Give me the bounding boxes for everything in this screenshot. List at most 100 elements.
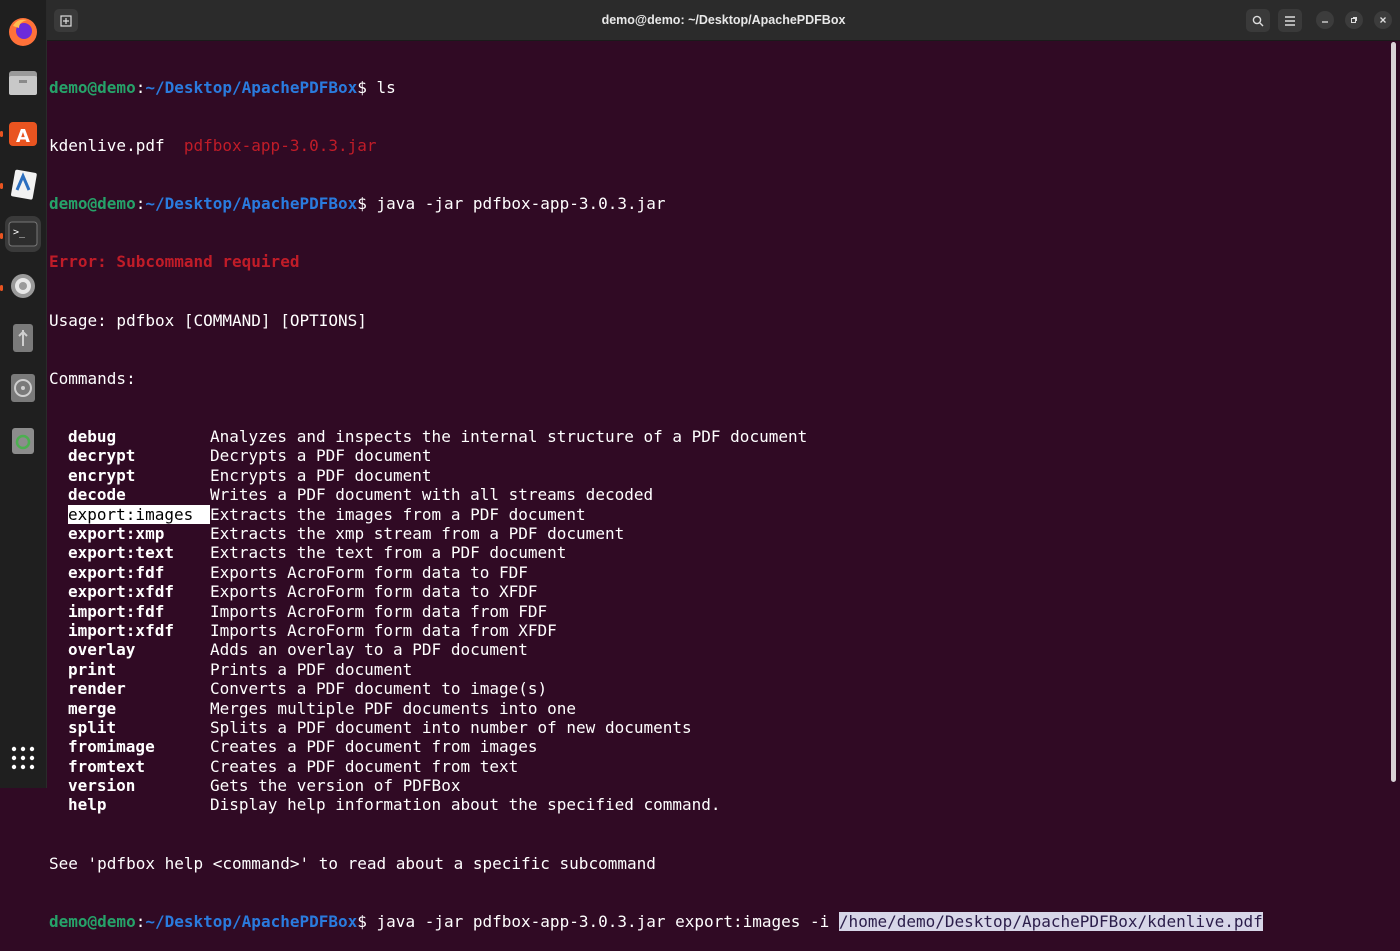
command-row: export:text Extracts the text from a PDF …	[49, 543, 1386, 562]
menu-button[interactable]	[1278, 9, 1302, 32]
prompt-separator: :	[135, 77, 146, 97]
command-name: export:xfdf	[68, 582, 174, 602]
command-name: debug	[68, 427, 117, 447]
command-row: export:xmp Extracts the xmp stream from a…	[49, 524, 1386, 543]
command-description: Exports AcroForm form data to XFDF	[210, 582, 538, 602]
dock: A >_	[0, 0, 47, 788]
files-icon[interactable]	[5, 64, 41, 100]
command-description: Extracts the images from a PDF document	[210, 504, 586, 524]
command-row: encrypt Encrypts a PDF document	[49, 466, 1386, 485]
command-description: Creates a PDF document from text	[210, 756, 519, 776]
error-message: Error: Subcommand required	[49, 252, 300, 272]
command-description: Analyzes and inspects the internal struc…	[210, 427, 808, 447]
command-name: decode	[68, 485, 126, 505]
command-row: decode Writes a PDF document with all str…	[49, 485, 1386, 504]
command-description: Extracts the text from a PDF document	[210, 543, 567, 563]
settings-icon[interactable]	[5, 268, 41, 304]
show-apps-icon[interactable]	[5, 740, 41, 776]
command-row: render Converts a PDF document to image(s…	[49, 679, 1386, 698]
command-row: split Splits a PDF document into number o…	[49, 718, 1386, 737]
running-indicator	[0, 131, 3, 137]
command-row: print Prints a PDF document	[49, 660, 1386, 679]
svg-text:A: A	[16, 126, 30, 147]
command-name: overlay	[68, 640, 136, 660]
running-indicator	[0, 233, 3, 239]
command-description: Splits a PDF document into number of new…	[210, 717, 692, 737]
new-tab-button[interactable]	[54, 9, 78, 32]
command-description: Imports AcroForm form data from FDF	[210, 601, 548, 621]
terminal-line: kdenlive.pdf pdfbox-app-3.0.3.jar	[49, 136, 1386, 155]
command-name[interactable]: export:images	[68, 504, 210, 524]
terminal-line: demo@demo:~/Desktop/ApachePDFBox$ ls	[49, 78, 1386, 97]
command-row: import:fdf Imports AcroForm form data fro…	[49, 602, 1386, 621]
running-indicator	[0, 183, 3, 189]
scrollbar[interactable]	[1391, 42, 1396, 782]
prompt-path: ~/Desktop/ApachePDFBox	[145, 911, 358, 931]
document-viewer-icon[interactable]	[5, 166, 41, 202]
command-description: Prints a PDF document	[210, 659, 413, 679]
prompt-user: demo@demo	[49, 911, 136, 931]
firefox-icon[interactable]	[5, 14, 41, 50]
prompt-separator: :	[135, 194, 146, 214]
running-indicator	[0, 285, 3, 291]
prompt-dollar: $	[357, 194, 367, 214]
command-name: export:fdf	[68, 562, 165, 582]
terminal-line: demo@demo:~/Desktop/ApachePDFBox$ java -…	[49, 194, 1386, 213]
command-text: java -jar pdfbox-app-3.0.3.jar	[366, 194, 666, 214]
command-text: ls	[366, 77, 396, 97]
command-row: export:fdf Exports AcroForm form data to …	[49, 563, 1386, 582]
ls-file: kdenlive.pdf	[49, 136, 165, 156]
prompt-path: ~/Desktop/ApachePDFBox	[145, 194, 358, 214]
app-center-icon[interactable]: A	[5, 114, 41, 150]
prompt-path: ~/Desktop/ApachePDFBox	[145, 77, 358, 97]
command-row: import:xfdf Imports AcroForm form data fr…	[49, 621, 1386, 640]
usb-drive-icon[interactable]	[5, 320, 41, 356]
command-description: Display help information about the speci…	[210, 795, 721, 815]
command-name: fromimage	[68, 737, 155, 757]
command-name: split	[68, 717, 117, 737]
command-row: export:images Extracts the images from a …	[49, 504, 1386, 524]
command-description: Encrypts a PDF document	[210, 465, 432, 485]
prompt-user: demo@demo	[49, 194, 136, 214]
restore-button[interactable]	[1345, 11, 1363, 29]
restore-icon	[1351, 17, 1357, 23]
new-tab-icon	[60, 14, 72, 27]
prompt-separator: :	[135, 911, 146, 931]
commands-header: Commands:	[49, 368, 136, 388]
disc-icon[interactable]	[5, 370, 41, 406]
command-name: merge	[68, 698, 117, 718]
command-row: version Gets the version of PDFBox	[49, 776, 1386, 795]
svg-text:>_: >_	[13, 227, 26, 238]
command-list: debug Analyzes and inspects the internal …	[49, 427, 1386, 815]
command-description: Decrypts a PDF document	[210, 446, 432, 466]
command-row: help Display help information about the s…	[49, 795, 1386, 814]
command-row: merge Merges multiple PDF documents into …	[49, 699, 1386, 718]
terminal-line: demo@demo:~/Desktop/ApachePDFBox$ java -…	[49, 911, 1386, 931]
minimize-button[interactable]	[1316, 11, 1334, 29]
command-description: Gets the version of PDFBox	[210, 776, 461, 796]
command-name: encrypt	[68, 465, 136, 485]
help-footer: See 'pdfbox help <command>' to read abou…	[49, 853, 656, 873]
terminal-icon[interactable]: >_	[5, 216, 41, 252]
usage-text: Usage: pdfbox [COMMAND] [OPTIONS]	[49, 310, 367, 330]
command-row: export:xfdf Exports AcroForm form data to…	[49, 582, 1386, 601]
window-title: demo@demo: ~/Desktop/ApachePDFBox	[601, 13, 846, 27]
command-description: Converts a PDF document to image(s)	[210, 679, 548, 699]
command-text: java -jar pdfbox-app-3.0.3.jar export:im…	[366, 911, 839, 931]
close-button[interactable]	[1374, 11, 1392, 29]
command-row: debug Analyzes and inspects the internal …	[49, 427, 1386, 446]
command-description: Exports AcroForm form data to FDF	[210, 562, 528, 582]
selected-text[interactable]: /home/demo/Desktop/ApachePDFBox/kdenlive…	[838, 911, 1263, 931]
close-icon	[1380, 17, 1386, 23]
command-description: Merges multiple PDF documents into one	[210, 698, 577, 718]
command-row: overlay Adds an overlay to a PDF document	[49, 640, 1386, 659]
command-name: print	[68, 659, 117, 679]
search-button[interactable]	[1246, 9, 1270, 32]
command-name: decrypt	[68, 446, 136, 466]
window-titlebar: demo@demo: ~/Desktop/ApachePDFBox	[47, 0, 1400, 41]
command-description: Creates a PDF document from images	[210, 737, 538, 757]
trash-icon[interactable]	[5, 422, 41, 458]
command-name: help	[68, 795, 107, 815]
terminal-output[interactable]: demo@demo:~/Desktop/ApachePDFBox$ ls kde…	[49, 39, 1386, 931]
prompt-dollar: $	[357, 911, 367, 931]
